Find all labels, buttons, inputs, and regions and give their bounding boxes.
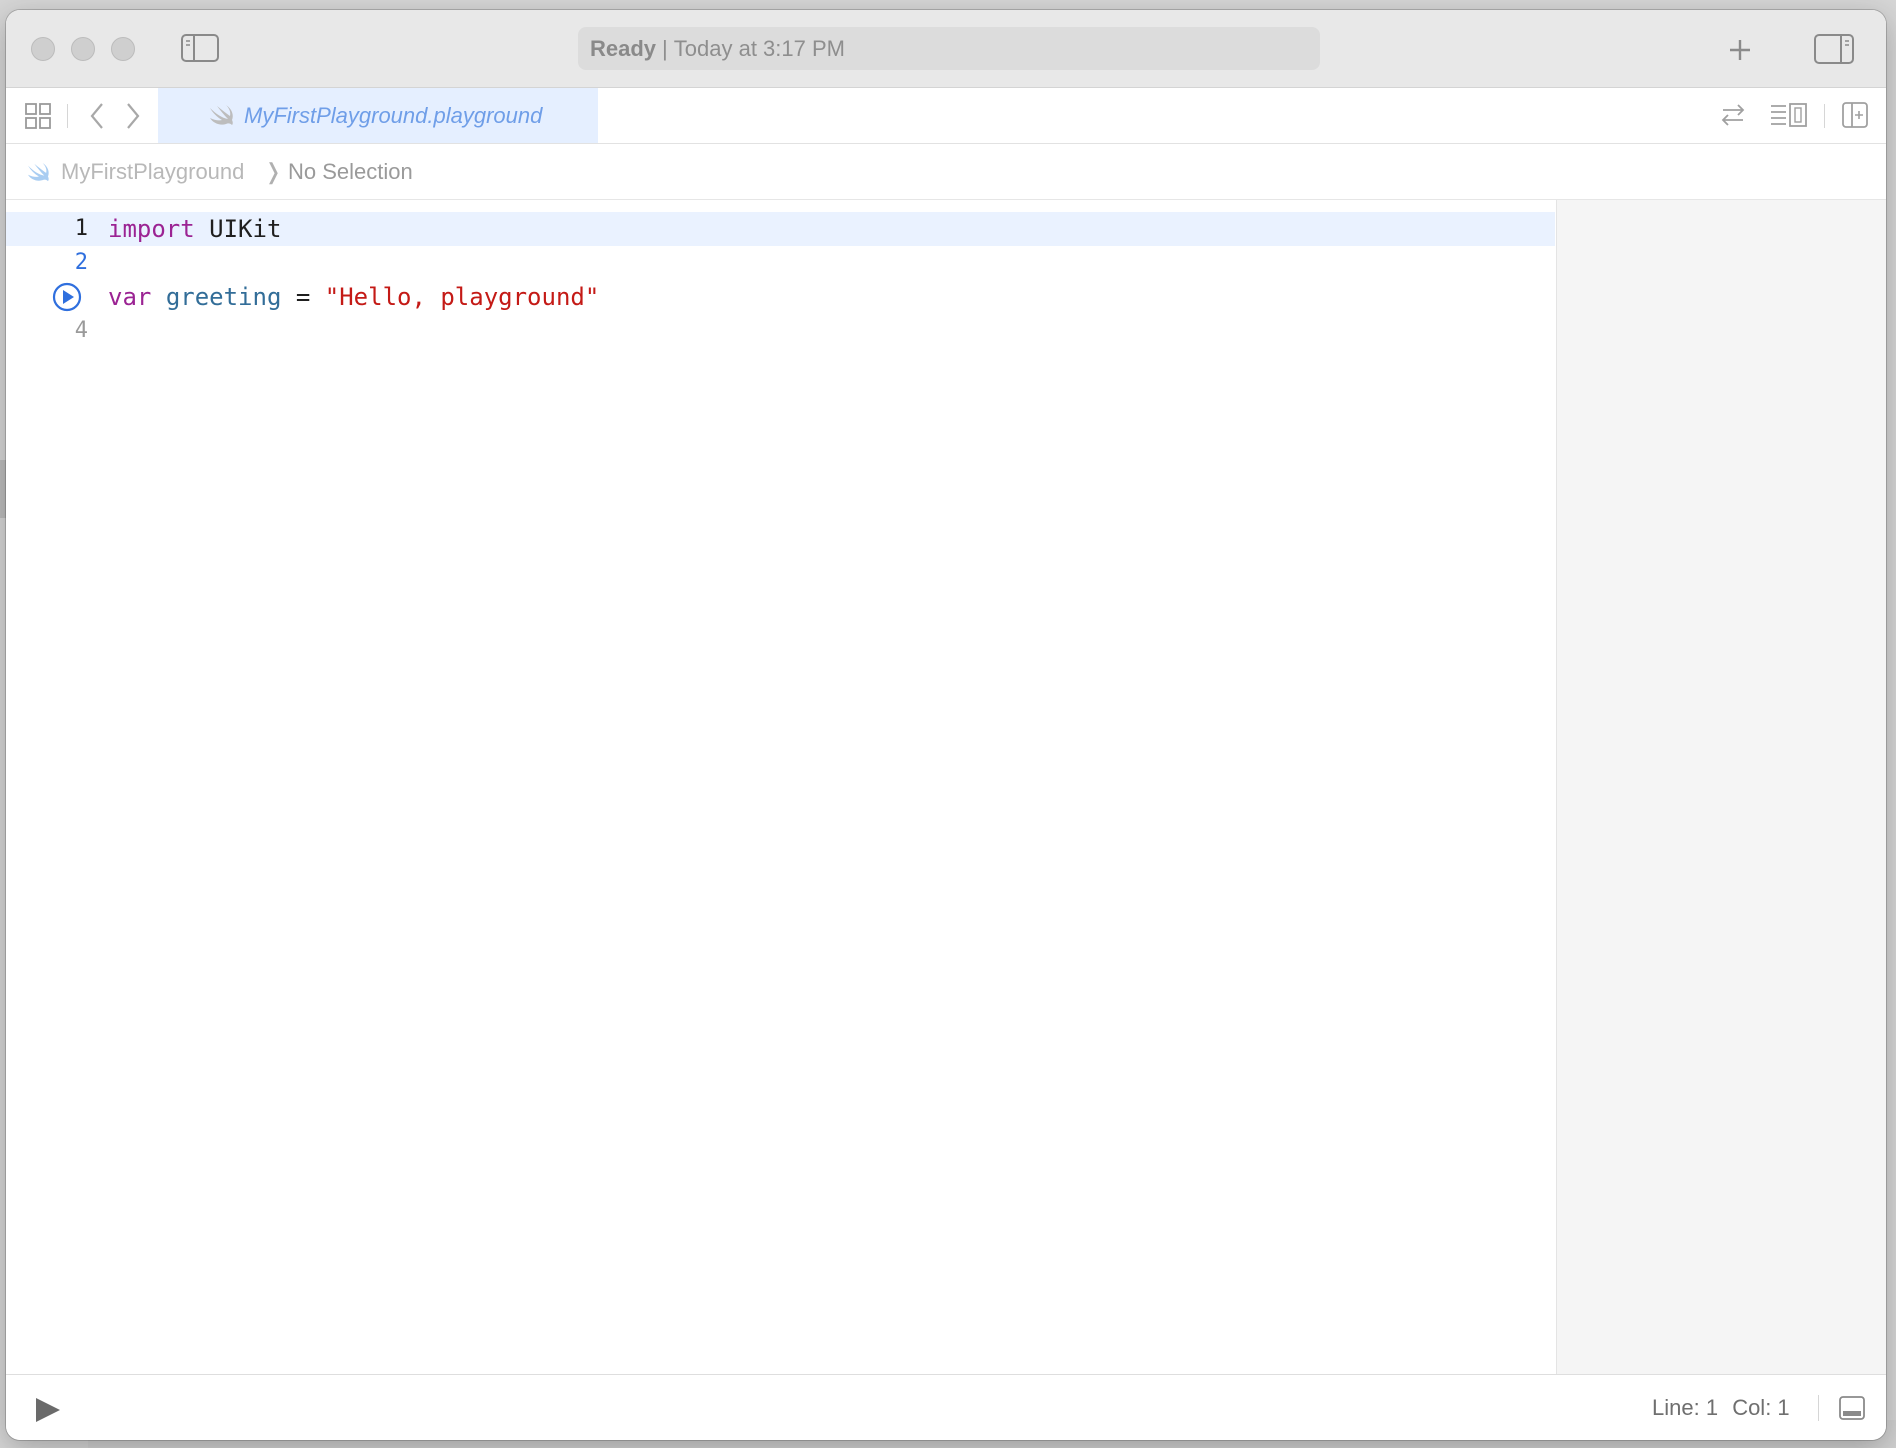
minimize-window-button[interactable] bbox=[71, 37, 95, 61]
navigator-toggle-icon[interactable] bbox=[180, 32, 220, 64]
results-sidebar bbox=[1556, 200, 1886, 1374]
title-bar: Ready | Today at 3:17 PM bbox=[6, 10, 1886, 88]
run-line-icon[interactable] bbox=[52, 282, 82, 312]
chevron-right-icon[interactable] bbox=[122, 100, 144, 132]
tab-myfirstplayground[interactable]: MyFirstPlayground.playground bbox=[158, 88, 598, 143]
swap-arrows-icon[interactable] bbox=[1718, 100, 1748, 130]
tab-bar-divider-right bbox=[1824, 104, 1825, 128]
code-token: var bbox=[108, 283, 152, 311]
add-editor-icon[interactable] bbox=[1840, 100, 1870, 130]
cursor-position: Line: 1 Col: 1 bbox=[1652, 1375, 1798, 1440]
tab-bar: MyFirstPlayground.playground bbox=[6, 88, 1886, 144]
activity-viewer: Ready | Today at 3:17 PM bbox=[578, 27, 1320, 70]
bottom-bar-divider bbox=[1818, 1395, 1819, 1421]
line-number: 4 bbox=[74, 318, 88, 343]
breadcrumb: MyFirstPlayground ❭ No Selection bbox=[6, 144, 1886, 200]
code-editor[interactable]: 1 import UIKit 2 var greeting = "Hello, … bbox=[6, 200, 1555, 1374]
build-status: Ready bbox=[590, 36, 657, 61]
line-number: 1 bbox=[74, 216, 88, 241]
swift-icon bbox=[210, 105, 233, 125]
line-code: import UIKit bbox=[108, 212, 281, 246]
code-line-1[interactable]: 1 import UIKit bbox=[6, 212, 1555, 246]
add-library-icon[interactable] bbox=[1722, 32, 1758, 68]
code-token: "Hello, playground" bbox=[324, 283, 600, 311]
xcode-playground-window: Ready | Today at 3:17 PM MyFirstPlaygrou… bbox=[6, 10, 1886, 1440]
code-token: UIKit bbox=[194, 215, 282, 243]
swift-icon bbox=[28, 162, 49, 182]
code-token: greeting bbox=[165, 283, 282, 311]
column-indicator: Col: 1 bbox=[1732, 1395, 1790, 1420]
inspector-toggle-icon[interactable] bbox=[1812, 32, 1856, 66]
breadcrumb-selection[interactable]: No Selection bbox=[288, 144, 413, 199]
related-items-grid-icon[interactable] bbox=[23, 101, 53, 131]
code-line-4[interactable]: 4 bbox=[6, 314, 1555, 348]
build-timestamp: Today at 3:17 PM bbox=[673, 36, 845, 61]
chevron-left-icon[interactable] bbox=[86, 100, 108, 132]
zoom-window-button[interactable] bbox=[111, 37, 135, 61]
code-token: = bbox=[281, 283, 325, 311]
line-indicator: Line: 1 bbox=[1652, 1395, 1719, 1420]
code-line-3[interactable]: var greeting = "Hello, playground" bbox=[6, 280, 1555, 314]
line-number: 2 bbox=[74, 250, 88, 275]
code-token: import bbox=[108, 215, 195, 243]
line-code: var greeting = "Hello, playground" bbox=[108, 280, 599, 314]
run-playground-icon[interactable] bbox=[32, 1395, 62, 1425]
debug-area-toggle-icon[interactable] bbox=[1838, 1395, 1866, 1421]
close-window-button[interactable] bbox=[31, 37, 55, 61]
tab-bar-divider bbox=[67, 104, 68, 128]
editor-options-icon[interactable] bbox=[1768, 100, 1810, 130]
code-line-2[interactable]: 2 bbox=[6, 246, 1555, 280]
tab-title: MyFirstPlayground.playground bbox=[244, 103, 543, 128]
breadcrumb-project[interactable]: MyFirstPlayground bbox=[61, 144, 244, 199]
bottom-bar: Line: 1 Col: 1 bbox=[6, 1374, 1886, 1440]
breadcrumb-separator: ❭ bbox=[264, 159, 283, 184]
status-separator: | bbox=[662, 36, 668, 61]
